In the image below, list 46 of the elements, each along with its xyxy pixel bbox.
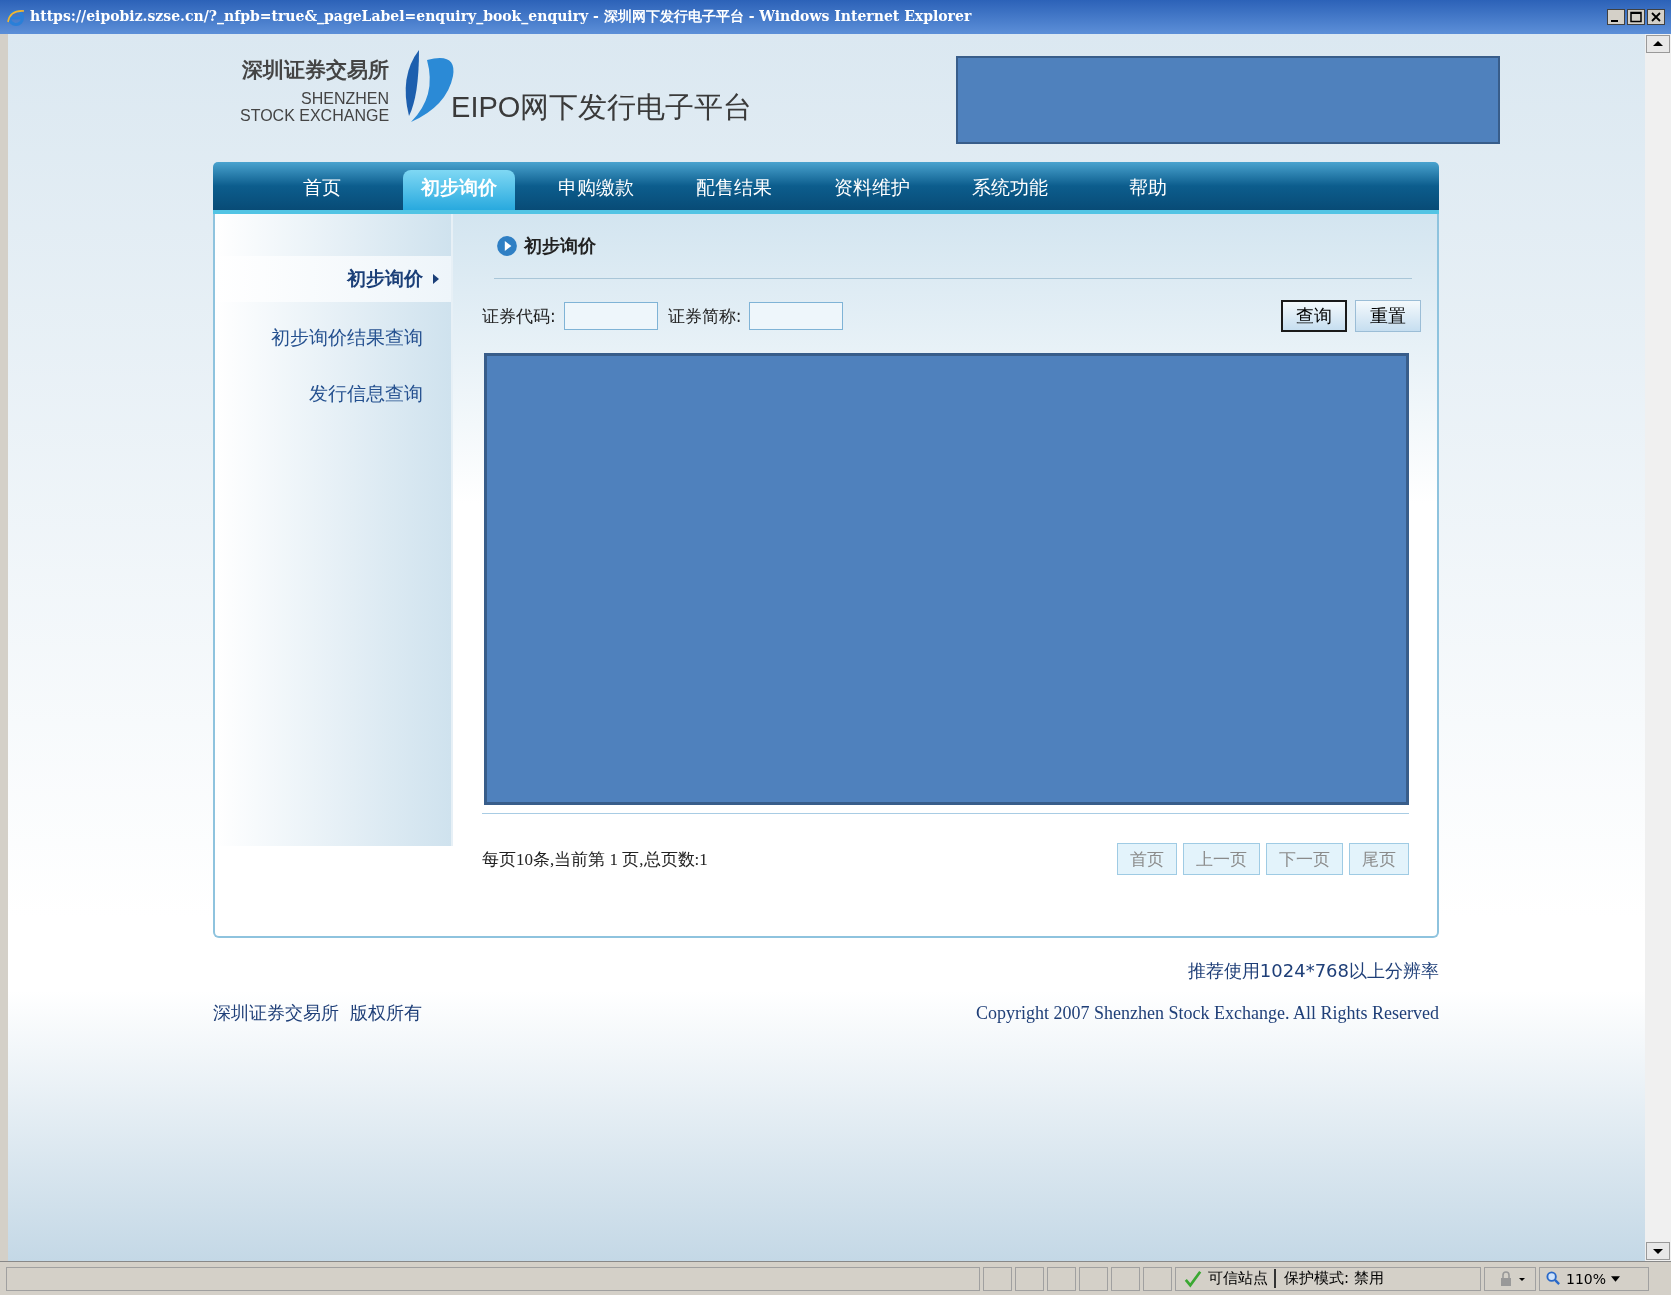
copyright-owner: 深圳证券交易所 版权所有 bbox=[213, 1001, 423, 1025]
nav-tab[interactable]: 配售结果 bbox=[665, 170, 803, 210]
input-field[interactable] bbox=[563, 302, 658, 330]
nav-tab[interactable]: 申购缴款 bbox=[527, 170, 665, 210]
nav-tab[interactable]: 首页 bbox=[253, 170, 391, 210]
checkmark-icon bbox=[1184, 1269, 1202, 1288]
zoom-magnifier-icon bbox=[1546, 1271, 1561, 1286]
nav-tab[interactable]: 帮助 bbox=[1079, 170, 1217, 210]
form-button[interactable]: 查询 bbox=[1281, 300, 1347, 332]
resolution-note: 推荐使用1024*768以上分辨率 bbox=[1187, 959, 1439, 983]
caret-icon bbox=[1611, 1275, 1621, 1282]
platform-title: EIPO网下发行电子平台 bbox=[451, 90, 753, 125]
scrollbar[interactable] bbox=[1645, 34, 1671, 1261]
nav-tab[interactable]: 资料维护 bbox=[803, 170, 941, 210]
field-label: 证券代码: bbox=[482, 304, 556, 328]
protected-mode-status: 保护模式: 禁用 bbox=[1274, 1269, 1384, 1288]
browser-logo-icon bbox=[6, 7, 26, 27]
caret-icon bbox=[433, 274, 439, 284]
sidebar-item[interactable]: 初步询价结果查询 bbox=[215, 310, 451, 366]
play-circle-icon bbox=[496, 235, 518, 257]
section-title: 初步询价 bbox=[524, 234, 596, 258]
zoom-control[interactable]: 110% bbox=[1539, 1266, 1649, 1291]
scroll-up-icon[interactable] bbox=[1646, 35, 1670, 53]
sidebar-item[interactable]: 发行信息查询 bbox=[215, 366, 451, 422]
pagination-summary: 每页10条,当前第 1 页,总页数:1 bbox=[482, 848, 708, 871]
logo-chinese-text: 深圳证券交易所 bbox=[242, 57, 390, 84]
status-bar-panel bbox=[1111, 1266, 1140, 1291]
close-icon[interactable] bbox=[1647, 9, 1665, 25]
logo-english-text: SHENZHEN bbox=[301, 90, 390, 107]
security-zone: 可信站点 bbox=[1208, 1269, 1268, 1288]
status-bar-panel bbox=[1047, 1266, 1076, 1291]
status-bar-panel bbox=[1143, 1266, 1172, 1291]
nav-tab[interactable]: 系统功能 bbox=[941, 170, 1079, 210]
copyright-text: Copyright 2007 Shenzhen Stock Exchange. All Rights Reserved bbox=[976, 1002, 1439, 1024]
form-button[interactable]: 重置 bbox=[1355, 300, 1421, 332]
status-bar-panel bbox=[983, 1266, 1012, 1291]
status-bar-panel bbox=[1079, 1266, 1108, 1291]
maximize-icon[interactable] bbox=[1627, 9, 1645, 25]
window-title: https://eipobiz.szse.cn/?_nfpb=true&_pageLabel=enquiry_book_enquiry - 深圳网下发行电子平台 - Windows Internet Explorer bbox=[30, 8, 973, 26]
scroll-down-icon[interactable] bbox=[1646, 1242, 1670, 1260]
status-bar-panel bbox=[1015, 1266, 1044, 1291]
logo-english-text: STOCK EXCHANGE bbox=[240, 107, 390, 124]
zoom-level: 110% bbox=[1566, 1270, 1607, 1287]
minimize-icon[interactable] bbox=[1607, 9, 1625, 25]
field-label: 证券简称: bbox=[667, 304, 742, 328]
input-field[interactable] bbox=[749, 302, 844, 330]
